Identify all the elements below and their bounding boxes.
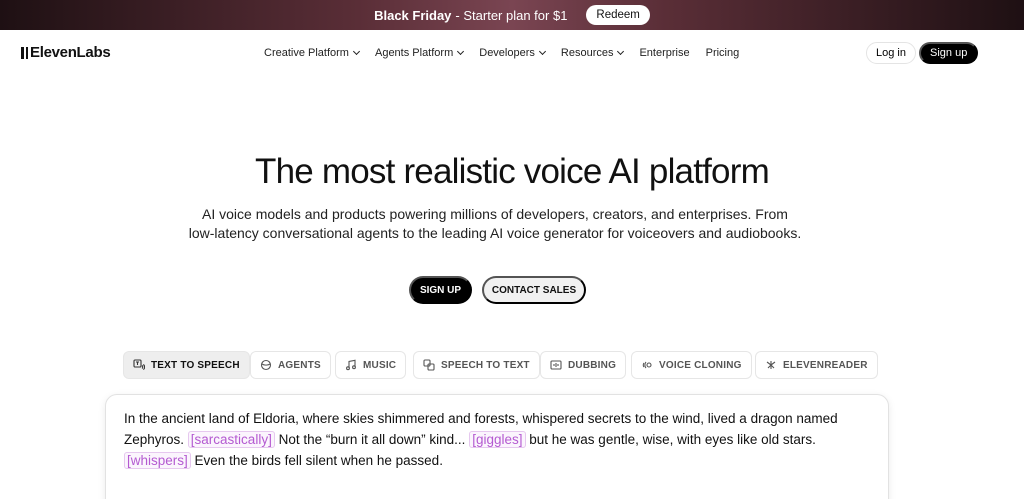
chevron-down-icon bbox=[538, 47, 546, 56]
tab-label: SPEECH TO TEXT bbox=[441, 359, 530, 371]
voice-cloning-icon bbox=[642, 361, 652, 369]
tts-text-card[interactable]: In the ancient land of Eldoria, where sk… bbox=[105, 394, 889, 499]
story-text: but he was gentle, wise, with eyes like … bbox=[529, 432, 816, 447]
hero-subtitle: AI voice models and products powering mi… bbox=[170, 205, 820, 243]
promo-text: Black Friday - Starter plan for $1 bbox=[374, 8, 567, 23]
hero-subtitle-line: low-latency conversational agents to the… bbox=[188, 225, 802, 241]
contact-sales-button[interactable]: CONTACT SALES bbox=[482, 276, 586, 304]
tab-elevenreader[interactable]: ELEVENREADER bbox=[755, 351, 878, 379]
logo-mark-icon bbox=[21, 46, 28, 59]
nav-resources[interactable]: Resources bbox=[560, 47, 625, 59]
nav-enterprise[interactable]: Enterprise bbox=[639, 47, 689, 59]
agents-icon bbox=[260, 359, 272, 371]
chevron-down-icon bbox=[352, 47, 361, 56]
hero-subtitle-line: AI voice models and products powering mi… bbox=[202, 206, 788, 222]
tab-agents[interactable]: AGENTS bbox=[250, 351, 331, 379]
dubbing-icon bbox=[550, 360, 562, 370]
nav-pricing[interactable]: Pricing bbox=[706, 47, 740, 59]
emotion-tag: [sarcastically] bbox=[187, 431, 275, 448]
tab-label: MUSIC bbox=[363, 359, 397, 371]
tab-label: TEXT TO SPEECH bbox=[151, 359, 240, 371]
elevenreader-icon bbox=[766, 361, 776, 369]
tab-label: ELEVENREADER bbox=[783, 359, 868, 371]
nav-label: Resources bbox=[560, 47, 614, 59]
redeem-button[interactable]: Redeem bbox=[586, 5, 650, 25]
tts-text-input[interactable]: In the ancient land of Eldoria, where sk… bbox=[124, 408, 874, 471]
music-note-icon bbox=[346, 359, 356, 371]
speech-to-text-icon bbox=[423, 359, 435, 371]
tab-dubbing[interactable]: DUBBING bbox=[540, 351, 627, 379]
signup-button[interactable]: Sign up bbox=[919, 42, 979, 64]
nav-label: Pricing bbox=[705, 47, 740, 59]
logo-text: ElevenLabs bbox=[30, 44, 111, 61]
promo-banner: Black Friday - Starter plan for $1 Redee… bbox=[0, 0, 1024, 30]
tab-speech-to-text[interactable]: SPEECH TO TEXT bbox=[413, 351, 540, 379]
elevenlabs-logo[interactable]: ElevenLabs bbox=[21, 44, 111, 61]
nav-developers[interactable]: Developers bbox=[479, 47, 546, 59]
promo-highlight: Black Friday bbox=[374, 7, 452, 23]
nav-label: Enterprise bbox=[639, 47, 690, 59]
tab-voice-cloning[interactable]: VOICE CLONING bbox=[631, 351, 752, 379]
nav-label: Developers bbox=[479, 47, 535, 59]
chevron-down-icon bbox=[457, 47, 465, 56]
login-button[interactable]: Log in bbox=[866, 42, 916, 64]
tab-music[interactable]: MUSIC bbox=[335, 351, 407, 379]
story-text: Not the “burn it all down” kind... bbox=[278, 432, 466, 447]
story-text: Even the birds fell silent when he passe… bbox=[194, 453, 443, 468]
nav-label: Agents Platform bbox=[374, 47, 454, 59]
tab-label: DUBBING bbox=[568, 359, 617, 371]
nav-label: Creative Platform bbox=[264, 47, 349, 59]
nav-creative-platform[interactable]: Creative Platform bbox=[264, 47, 361, 59]
hero-signup-button[interactable]: SIGN UP bbox=[409, 276, 472, 304]
tab-label: AGENTS bbox=[278, 359, 321, 371]
hero-title: The most realistic voice AI platform bbox=[255, 152, 770, 191]
tab-label: VOICE CLONING bbox=[659, 359, 742, 371]
tab-text-to-speech[interactable]: TEXT TO SPEECH bbox=[123, 351, 250, 379]
promo-description: - Starter plan for $1 bbox=[455, 7, 568, 23]
nav-agents-platform[interactable]: Agents Platform bbox=[374, 47, 465, 59]
chevron-down-icon bbox=[617, 47, 625, 56]
site-header: ElevenLabs Creative Platform Agents Plat… bbox=[0, 30, 1024, 76]
emotion-tag: [whispers] bbox=[124, 452, 191, 469]
emotion-tag: [giggles] bbox=[469, 431, 526, 448]
main-nav: Creative Platform Agents Platform Develo… bbox=[264, 47, 739, 59]
text-to-speech-icon bbox=[133, 359, 145, 370]
